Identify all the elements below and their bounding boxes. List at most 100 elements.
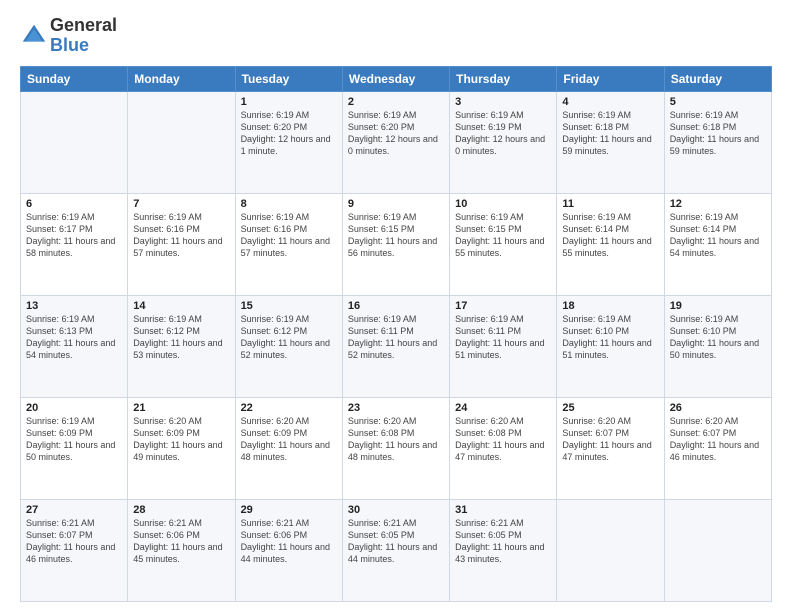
day-number: 20: [26, 402, 122, 414]
calendar-body: 1Sunrise: 6:19 AMSunset: 6:20 PMDaylight…: [21, 91, 772, 601]
day-cell: 15Sunrise: 6:19 AMSunset: 6:12 PMDayligh…: [235, 295, 342, 397]
day-cell: 17Sunrise: 6:19 AMSunset: 6:11 PMDayligh…: [450, 295, 557, 397]
day-info: Sunrise: 6:21 AMSunset: 6:07 PMDaylight:…: [26, 517, 122, 566]
logo: General Blue: [20, 16, 117, 56]
day-cell: 30Sunrise: 6:21 AMSunset: 6:05 PMDayligh…: [342, 499, 449, 601]
day-info: Sunrise: 6:19 AMSunset: 6:11 PMDaylight:…: [455, 313, 551, 362]
day-info: Sunrise: 6:19 AMSunset: 6:14 PMDaylight:…: [562, 211, 658, 260]
day-cell: [557, 499, 664, 601]
day-info: Sunrise: 6:19 AMSunset: 6:16 PMDaylight:…: [133, 211, 229, 260]
day-number: 10: [455, 198, 551, 210]
day-number: 7: [133, 198, 229, 210]
week-row-4: 20Sunrise: 6:19 AMSunset: 6:09 PMDayligh…: [21, 397, 772, 499]
day-info: Sunrise: 6:19 AMSunset: 6:18 PMDaylight:…: [562, 109, 658, 158]
day-number: 15: [241, 300, 337, 312]
day-cell: 1Sunrise: 6:19 AMSunset: 6:20 PMDaylight…: [235, 91, 342, 193]
day-cell: 2Sunrise: 6:19 AMSunset: 6:20 PMDaylight…: [342, 91, 449, 193]
day-number: 25: [562, 402, 658, 414]
day-info: Sunrise: 6:19 AMSunset: 6:14 PMDaylight:…: [670, 211, 766, 260]
day-number: 23: [348, 402, 444, 414]
day-number: 6: [26, 198, 122, 210]
day-number: 5: [670, 96, 766, 108]
day-cell: 18Sunrise: 6:19 AMSunset: 6:10 PMDayligh…: [557, 295, 664, 397]
day-number: 17: [455, 300, 551, 312]
week-row-1: 1Sunrise: 6:19 AMSunset: 6:20 PMDaylight…: [21, 91, 772, 193]
day-info: Sunrise: 6:19 AMSunset: 6:12 PMDaylight:…: [241, 313, 337, 362]
day-info: Sunrise: 6:21 AMSunset: 6:06 PMDaylight:…: [133, 517, 229, 566]
day-cell: [128, 91, 235, 193]
day-cell: 27Sunrise: 6:21 AMSunset: 6:07 PMDayligh…: [21, 499, 128, 601]
header-row: SundayMondayTuesdayWednesdayThursdayFrid…: [21, 66, 772, 91]
day-cell: 23Sunrise: 6:20 AMSunset: 6:08 PMDayligh…: [342, 397, 449, 499]
day-cell: 7Sunrise: 6:19 AMSunset: 6:16 PMDaylight…: [128, 193, 235, 295]
col-header-sunday: Sunday: [21, 66, 128, 91]
day-cell: 5Sunrise: 6:19 AMSunset: 6:18 PMDaylight…: [664, 91, 771, 193]
col-header-friday: Friday: [557, 66, 664, 91]
day-number: 22: [241, 402, 337, 414]
day-cell: 29Sunrise: 6:21 AMSunset: 6:06 PMDayligh…: [235, 499, 342, 601]
day-info: Sunrise: 6:19 AMSunset: 6:10 PMDaylight:…: [670, 313, 766, 362]
day-number: 21: [133, 402, 229, 414]
day-number: 27: [26, 504, 122, 516]
day-number: 26: [670, 402, 766, 414]
day-number: 4: [562, 96, 658, 108]
day-info: Sunrise: 6:19 AMSunset: 6:11 PMDaylight:…: [348, 313, 444, 362]
day-number: 31: [455, 504, 551, 516]
day-info: Sunrise: 6:21 AMSunset: 6:05 PMDaylight:…: [348, 517, 444, 566]
day-cell: 22Sunrise: 6:20 AMSunset: 6:09 PMDayligh…: [235, 397, 342, 499]
day-info: Sunrise: 6:19 AMSunset: 6:20 PMDaylight:…: [348, 109, 444, 158]
day-info: Sunrise: 6:19 AMSunset: 6:15 PMDaylight:…: [455, 211, 551, 260]
day-number: 14: [133, 300, 229, 312]
col-header-tuesday: Tuesday: [235, 66, 342, 91]
col-header-monday: Monday: [128, 66, 235, 91]
day-number: 9: [348, 198, 444, 210]
day-cell: 25Sunrise: 6:20 AMSunset: 6:07 PMDayligh…: [557, 397, 664, 499]
day-cell: 13Sunrise: 6:19 AMSunset: 6:13 PMDayligh…: [21, 295, 128, 397]
day-info: Sunrise: 6:19 AMSunset: 6:10 PMDaylight:…: [562, 313, 658, 362]
day-info: Sunrise: 6:19 AMSunset: 6:19 PMDaylight:…: [455, 109, 551, 158]
day-number: 28: [133, 504, 229, 516]
day-info: Sunrise: 6:21 AMSunset: 6:06 PMDaylight:…: [241, 517, 337, 566]
day-number: 1: [241, 96, 337, 108]
day-number: 2: [348, 96, 444, 108]
day-info: Sunrise: 6:20 AMSunset: 6:08 PMDaylight:…: [348, 415, 444, 464]
day-number: 24: [455, 402, 551, 414]
day-cell: 31Sunrise: 6:21 AMSunset: 6:05 PMDayligh…: [450, 499, 557, 601]
logo-text: General Blue: [50, 16, 117, 56]
day-cell: 6Sunrise: 6:19 AMSunset: 6:17 PMDaylight…: [21, 193, 128, 295]
col-header-saturday: Saturday: [664, 66, 771, 91]
day-cell: 20Sunrise: 6:19 AMSunset: 6:09 PMDayligh…: [21, 397, 128, 499]
day-info: Sunrise: 6:19 AMSunset: 6:20 PMDaylight:…: [241, 109, 337, 158]
week-row-2: 6Sunrise: 6:19 AMSunset: 6:17 PMDaylight…: [21, 193, 772, 295]
day-cell: 4Sunrise: 6:19 AMSunset: 6:18 PMDaylight…: [557, 91, 664, 193]
day-cell: 21Sunrise: 6:20 AMSunset: 6:09 PMDayligh…: [128, 397, 235, 499]
logo-icon: [20, 22, 48, 50]
day-info: Sunrise: 6:19 AMSunset: 6:09 PMDaylight:…: [26, 415, 122, 464]
day-info: Sunrise: 6:19 AMSunset: 6:17 PMDaylight:…: [26, 211, 122, 260]
col-header-thursday: Thursday: [450, 66, 557, 91]
day-cell: 9Sunrise: 6:19 AMSunset: 6:15 PMDaylight…: [342, 193, 449, 295]
day-info: Sunrise: 6:19 AMSunset: 6:15 PMDaylight:…: [348, 211, 444, 260]
day-number: 12: [670, 198, 766, 210]
day-number: 18: [562, 300, 658, 312]
calendar: SundayMondayTuesdayWednesdayThursdayFrid…: [20, 66, 772, 602]
day-info: Sunrise: 6:20 AMSunset: 6:09 PMDaylight:…: [241, 415, 337, 464]
day-cell: 3Sunrise: 6:19 AMSunset: 6:19 PMDaylight…: [450, 91, 557, 193]
week-row-3: 13Sunrise: 6:19 AMSunset: 6:13 PMDayligh…: [21, 295, 772, 397]
day-cell: [664, 499, 771, 601]
page: General Blue SundayMondayTuesdayWednesda…: [0, 0, 792, 612]
day-number: 13: [26, 300, 122, 312]
day-info: Sunrise: 6:20 AMSunset: 6:08 PMDaylight:…: [455, 415, 551, 464]
day-number: 3: [455, 96, 551, 108]
day-cell: 12Sunrise: 6:19 AMSunset: 6:14 PMDayligh…: [664, 193, 771, 295]
day-cell: 10Sunrise: 6:19 AMSunset: 6:15 PMDayligh…: [450, 193, 557, 295]
day-cell: 11Sunrise: 6:19 AMSunset: 6:14 PMDayligh…: [557, 193, 664, 295]
day-cell: [21, 91, 128, 193]
day-cell: 19Sunrise: 6:19 AMSunset: 6:10 PMDayligh…: [664, 295, 771, 397]
day-info: Sunrise: 6:19 AMSunset: 6:16 PMDaylight:…: [241, 211, 337, 260]
calendar-header: SundayMondayTuesdayWednesdayThursdayFrid…: [21, 66, 772, 91]
day-number: 8: [241, 198, 337, 210]
day-info: Sunrise: 6:19 AMSunset: 6:18 PMDaylight:…: [670, 109, 766, 158]
day-info: Sunrise: 6:20 AMSunset: 6:07 PMDaylight:…: [670, 415, 766, 464]
day-cell: 8Sunrise: 6:19 AMSunset: 6:16 PMDaylight…: [235, 193, 342, 295]
